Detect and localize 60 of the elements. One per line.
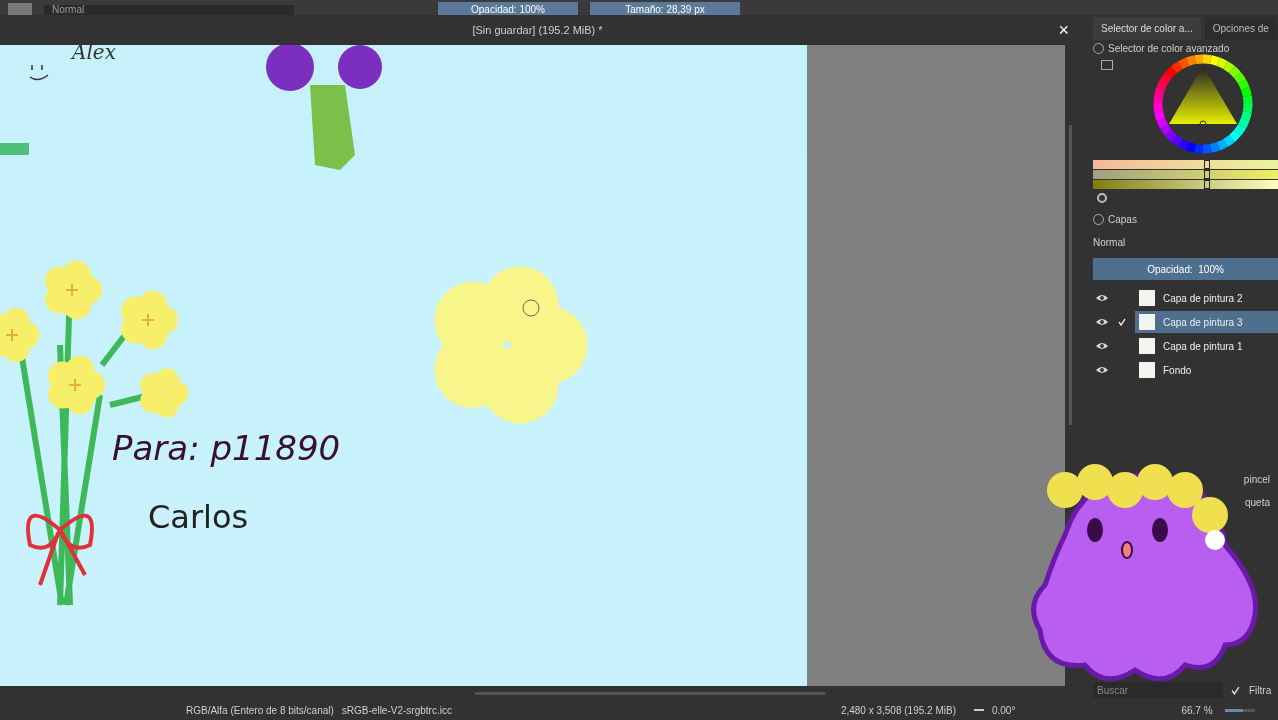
smiley-drawing — [29, 64, 49, 81]
check-icon[interactable] — [1231, 685, 1240, 695]
handwritten-text: Carlos — [148, 497, 249, 538]
blend-mode-dropdown[interactable]: Normal — [44, 5, 294, 15]
slider-handle[interactable] — [1204, 180, 1210, 189]
color-wheel[interactable] — [1151, 52, 1255, 156]
color-swatch-icon[interactable] — [8, 3, 32, 15]
scrollbar-thumb[interactable] — [1068, 125, 1072, 425]
flower-drawing — [0, 308, 40, 362]
slider-handle[interactable] — [1204, 170, 1210, 179]
slider-handle[interactable] — [1204, 160, 1210, 169]
size-slider[interactable]: Tamaño: 28,39 px — [590, 2, 740, 15]
layer-name: Capa de pintura 1 — [1163, 339, 1243, 354]
eye-icon[interactable] — [1095, 293, 1109, 303]
scrollbar-thumb[interactable] — [475, 691, 825, 695]
layer-thumbnail — [1139, 338, 1155, 354]
panel-title: Selector de color avanzado — [1108, 41, 1230, 56]
dock-tab[interactable]: Opciones de — [1204, 17, 1277, 40]
layer-row[interactable]: Capa de pintura 3 — [1135, 311, 1278, 333]
search-field[interactable]: Buscar — [1093, 682, 1223, 698]
layer-thumbnail — [1139, 290, 1155, 306]
profile-label: sRGB-elle-V2-srgbtrc.icc — [341, 703, 452, 718]
flower-drawing — [121, 290, 178, 350]
layer-name: Capa de pintura 3 — [1163, 315, 1243, 330]
opacity-slider[interactable]: Opacidad: 100% — [438, 2, 578, 15]
menu-icon[interactable] — [1101, 60, 1113, 70]
layer-row[interactable]: Capa de pintura 2 — [1135, 287, 1278, 309]
filter-label: Filtra — [1249, 683, 1272, 698]
color-space-label: RGB/Alfa (Entero de 8 bits/canal) — [186, 703, 334, 718]
flower-drawing — [45, 260, 102, 320]
slider-label: Opacidad: 100% — [1147, 262, 1224, 277]
layer-name: Fondo — [1163, 363, 1192, 378]
eye-icon[interactable] — [1095, 317, 1109, 327]
brush-cursor-icon — [522, 299, 540, 317]
brush-label: queta — [1244, 496, 1270, 510]
dock-tab[interactable]: Selector de color a... — [1093, 17, 1201, 40]
zoom-slider[interactable] — [1224, 708, 1255, 712]
slider-label: Tamaño: 28,39 px — [625, 5, 705, 15]
eye-icon[interactable] — [1095, 365, 1109, 375]
rotation-label: 0.00° — [991, 703, 1016, 718]
layer-row[interactable]: Fondo — [1135, 359, 1278, 381]
opacity-slider[interactable]: Opacidad: 100% — [1093, 258, 1278, 280]
refresh-icon[interactable] — [1097, 193, 1107, 203]
close-button[interactable]: × — [1054, 21, 1073, 39]
blend-mode-dropdown[interactable]: Normal — [1085, 235, 1278, 250]
zoom-label: 66.7 % — [1181, 703, 1213, 718]
slider-label: Opacidad: 100% — [471, 5, 545, 15]
dimensions-label: 2,480 x 3,508 (195.2 MiB) — [840, 703, 956, 718]
document-tab[interactable]: [Sin guardar] (195.2 MiB) * — [472, 21, 603, 39]
layer-thumbnail — [1139, 314, 1155, 330]
handwritten-text: Para: p11890 — [112, 427, 341, 470]
brush-label: pincel — [1243, 473, 1270, 487]
flower-drawing — [48, 355, 105, 415]
layer-name: Capa de pintura 2 — [1163, 291, 1243, 306]
eye-icon[interactable] — [1095, 341, 1109, 351]
panel-title: Capas — [1108, 212, 1137, 227]
layer-row[interactable]: Capa de pintura 1 — [1135, 335, 1278, 357]
layer-thumbnail — [1139, 362, 1155, 378]
flower-drawing — [140, 368, 189, 418]
leaf-drawing — [0, 143, 29, 155]
